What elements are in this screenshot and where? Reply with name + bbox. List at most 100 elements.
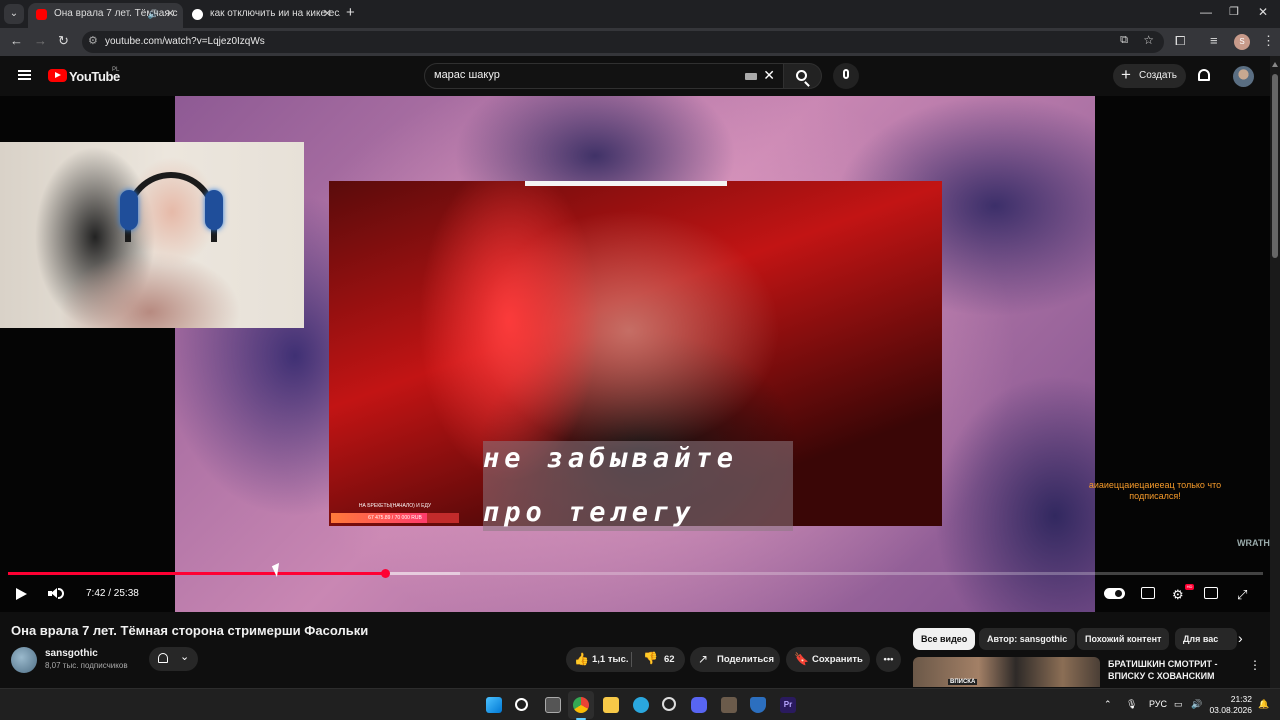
chip-all-videos[interactable]: Все видео	[913, 628, 976, 650]
channel-avatar[interactable]	[11, 647, 37, 673]
close-window-icon[interactable]: ✕	[1258, 5, 1268, 19]
like-button[interactable]: 👍 1,1 тыс.	[566, 647, 630, 672]
donation-goal: НА БРЕКЕТЫ(НАЧАЛО) И ЕДУ 67 475.89 / 70 …	[331, 503, 459, 525]
microphone-icon	[843, 69, 849, 79]
file-explorer-icon[interactable]	[603, 697, 619, 713]
address-bar[interactable]: ⚙ youtube.com/watch?v=Lqjez0IzqWs ⧉ ☆	[82, 31, 1164, 53]
more-horizontal-icon: •••	[883, 654, 894, 665]
browser-tab-strip: ⌄ Она врала 7 лет. Тёмная с 🔊 ✕ как откл…	[0, 0, 1280, 28]
create-button[interactable]: Создать	[1113, 63, 1186, 88]
watermark: WRATH	[1237, 538, 1270, 548]
play-icon[interactable]	[16, 588, 27, 600]
speaker-icon[interactable]: 🔊	[148, 3, 159, 25]
chip-similar[interactable]: Похожий контент	[1077, 628, 1170, 650]
premiere-pro-icon[interactable]: Pr	[780, 697, 796, 713]
task-view-icon[interactable]	[545, 697, 561, 713]
game-icon[interactable]	[721, 697, 737, 713]
chevron-right-icon[interactable]: ›	[1238, 630, 1243, 646]
share-label: Поделиться	[717, 654, 775, 665]
caption-line-2: про телегу	[483, 497, 696, 528]
autoplay-toggle[interactable]	[1104, 588, 1125, 599]
profile-avatar[interactable]: S	[1234, 34, 1250, 50]
search-input[interactable]	[434, 69, 734, 81]
language-indicator[interactable]: РУС	[1149, 699, 1167, 709]
clock-time: 21:32	[1230, 694, 1252, 704]
caption-line-1: не забывайте	[483, 443, 739, 474]
clear-search-icon[interactable]: ✕	[763, 67, 775, 84]
search-icon[interactable]	[515, 698, 528, 711]
subscriber-alert: аиаиеццаиецаиееац только что подписался!	[1088, 480, 1222, 501]
site-info-icon[interactable]: ⚙	[88, 34, 98, 47]
scrollbar-thumb[interactable]	[1272, 74, 1278, 258]
shield-icon[interactable]	[750, 697, 766, 713]
youtube-logo-icon[interactable]	[48, 69, 67, 82]
settings-gear-icon[interactable]: ⚙	[1172, 587, 1184, 603]
close-tab-icon[interactable]: ✕	[323, 3, 332, 25]
region-code: PL	[112, 67, 120, 73]
dislike-button[interactable]: 62	[632, 647, 685, 672]
volume-icon[interactable]	[48, 588, 57, 599]
tab-google-search[interactable]: как отключить ии на кике есл ✕	[184, 3, 340, 28]
windows-taskbar: Pr ⌃ 🎙 РУС ▭ 🔊 21:32 03.08.2026 🔔	[0, 688, 1280, 720]
scrubber-handle[interactable]	[380, 569, 390, 578]
tab-youtube-video[interactable]: Она врала 7 лет. Тёмная с 🔊 ✕	[28, 3, 183, 28]
maximize-icon[interactable]: ❐	[1229, 5, 1239, 18]
notification-center-icon[interactable]: 🔔	[1258, 699, 1269, 710]
search-button[interactable]	[784, 63, 822, 89]
keyboard-icon[interactable]	[745, 73, 757, 80]
voice-search-button[interactable]	[833, 63, 859, 89]
network-icon[interactable]: ▭	[1174, 699, 1183, 710]
account-avatar[interactable]	[1233, 66, 1254, 87]
new-tab-button[interactable]: +	[346, 4, 355, 21]
chrome-icon[interactable]	[573, 697, 589, 713]
reload-icon[interactable]: ↻	[58, 33, 69, 49]
system-clock[interactable]: 21:32 03.08.2026	[1208, 694, 1252, 716]
tray-chevron-icon[interactable]: ⌃	[1104, 699, 1112, 710]
menu-icon[interactable]	[18, 70, 31, 80]
subtitles-icon[interactable]	[1141, 587, 1155, 599]
chip-for-you[interactable]: Для вас	[1175, 628, 1237, 650]
close-tab-icon[interactable]: ✕	[166, 3, 175, 25]
video-player[interactable]: НА БРЕКЕТЫ(НАЧАЛО) И ЕДУ 67 475.89 / 70 …	[175, 96, 1095, 612]
like-dislike-group: 👍 1,1 тыс. 62	[566, 647, 685, 672]
hd-badge: HD	[1185, 584, 1194, 590]
chip-author[interactable]: Автор: sansgothic	[979, 628, 1076, 650]
clock-date: 03.08.2026	[1209, 705, 1252, 715]
browser-toolbar: ← → ↻ ⚙ youtube.com/watch?v=Lqjez0IzqWs …	[0, 28, 1280, 56]
search-box[interactable]: ✕	[424, 63, 784, 89]
scroll-up-icon[interactable]	[1272, 62, 1278, 67]
speaker-tray-icon[interactable]: 🔊	[1191, 699, 1202, 710]
page-scrollbar[interactable]	[1270, 56, 1280, 688]
telegram-icon[interactable]	[633, 697, 649, 713]
forward-icon[interactable]: →	[34, 33, 47, 48]
more-vertical-icon[interactable]: ⋮	[1249, 658, 1261, 672]
more-actions-button[interactable]: •••	[876, 647, 901, 672]
media-control-icon[interactable]: ≡	[1210, 33, 1218, 48]
minimize-icon[interactable]: —	[1200, 5, 1212, 19]
stream-top-bar	[525, 181, 727, 186]
channel-name[interactable]: sansgothic	[45, 648, 98, 659]
bell-icon	[158, 653, 168, 663]
windows-start-icon[interactable]	[486, 697, 502, 713]
subscriber-count: 8,07 тыс. подписчиков	[45, 661, 128, 670]
fullscreen-icon[interactable]: ⤢	[1237, 587, 1247, 603]
google-icon	[192, 9, 203, 20]
recommendation-title[interactable]: БРАТИШКИН СМОТРИТ - ВПИСКУ С ХОВАНСКИМ	[1108, 658, 1238, 682]
save-button[interactable]: 🔖 Сохранить	[786, 647, 870, 672]
notifications-bell-icon[interactable]	[1198, 69, 1210, 81]
extensions-icon[interactable]: ⧠	[1175, 33, 1185, 49]
tab-search-button[interactable]: ⌄	[4, 4, 24, 24]
back-icon[interactable]: ←	[10, 33, 23, 48]
recommendation-thumbnail[interactable]: ВПИСКА	[913, 657, 1100, 687]
youtube-icon	[36, 9, 47, 20]
browser-menu-icon[interactable]: ⋮	[1262, 33, 1275, 49]
steam-icon[interactable]	[662, 697, 676, 711]
progress-bar[interactable]	[8, 569, 1263, 578]
mic-tray-icon[interactable]: 🎙	[1126, 699, 1137, 710]
discord-icon[interactable]	[691, 697, 707, 713]
subscription-notifications-button[interactable]: ⌄	[149, 647, 198, 671]
miniplayer-icon[interactable]	[1204, 587, 1218, 599]
bookmark-star-icon[interactable]: ☆	[1143, 33, 1154, 47]
cast-icon[interactable]: ⧉	[1120, 34, 1128, 47]
share-button[interactable]: ↗ Поделиться	[690, 647, 780, 672]
